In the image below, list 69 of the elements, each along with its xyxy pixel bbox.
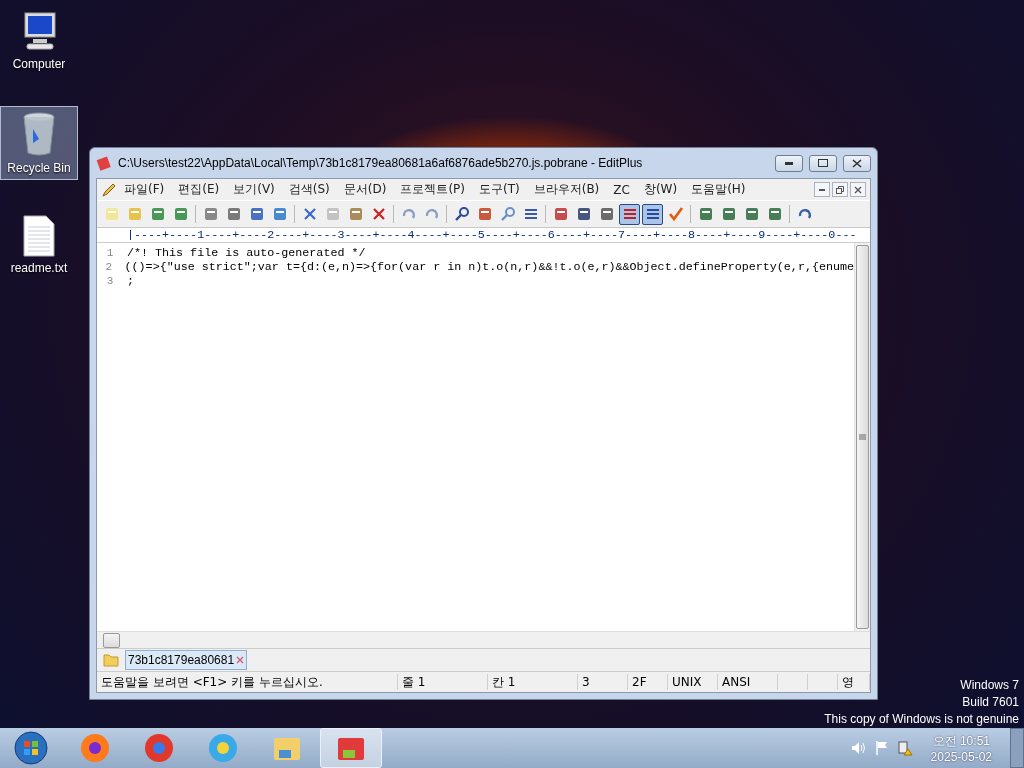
checkmark-icon [667,206,684,222]
pencil-icon [101,181,117,198]
status-field: 영 [838,674,870,690]
menu-item[interactable]: 프로젝트(P) [393,181,472,198]
horizontal-scrollbar[interactable] [97,631,870,648]
status-field: 줄 1 [398,674,488,690]
status-field: 3 [578,674,628,690]
menu-item[interactable]: 문서(D) [336,181,394,198]
status-field: 도움말을 보려면 <F1> 키를 누르십시오. [97,674,398,690]
network-warning-icon[interactable] [896,740,913,756]
windows-notice: Build 7601 [962,694,1019,711]
taskbar-button[interactable] [320,728,382,768]
text-editor[interactable]: 1 /*! This file is auto-generated */ 2 (()=>{"use strict";var t={d:(e,n)=>{for(var r in n)t.o(n,r)&&!t.o(e,r)&&Object.defineProperty(e,r,{enume 3 ; [97,243,870,631]
grip-icon [859,434,866,440]
document-tab[interactable]: 73b1c8179ea80681 [125,650,248,670]
scrollbar-thumb[interactable] [103,632,120,648]
toolbar-button[interactable] [642,203,663,225]
menu-item[interactable]: ZC [606,182,637,197]
menu-item[interactable]: 편집(E) [171,181,227,198]
clock-date: 2025-05-02 [930,749,992,764]
toolbar-button[interactable] [619,203,640,225]
search-icon [453,206,470,222]
close-icon[interactable] [236,656,245,664]
desktop-icon-label[interactable]: Recycle Bin [7,161,71,175]
document-icon [22,215,56,257]
line-number: 1 [105,247,115,259]
menu-item[interactable]: 검색(S) [281,181,337,198]
menu-item[interactable]: 창(W) [636,181,685,198]
minimize-button[interactable] [775,154,803,172]
windows-notice: This copy of Windows is not genuine [824,711,1019,728]
word-wrap-icon [621,206,638,222]
restore-button[interactable] [832,182,848,197]
status-field: 2F [628,674,668,690]
line-number: 3 [105,275,115,287]
recycle-bin-icon [21,111,57,157]
line-numbers-icon [644,206,661,222]
ruler-scale: |----+----1----+----2----+----3----+----4----+----5----+----6----+----7----+----8----+----9----+----0--- [127,228,857,242]
windows-notice: Windows 7 [960,677,1019,694]
status-field: 칸 1 [488,674,578,690]
close-icon [854,185,862,194]
code-line: (()=>{"use strict";var t={d:(e,n)=>{for(var r in n)t.o(n,r)&&!t.o(e,r)&&Object.defineProperty(e,r,{enume [124,260,854,274]
window-title: C:\Users\test22\AppData\Local\Temp\73b1c8179ea80681a6af6876ade5b270.js.pobrane - EditPlus [118,156,644,170]
minimize-icon [819,188,825,191]
menu-item[interactable]: 도움말(H) [684,181,753,198]
desktop-icon-label[interactable]: readme.txt [10,261,68,275]
desktop-icon-label[interactable]: Computer [12,57,66,71]
line-number: 2 [104,261,114,273]
tab-label: 73b1c8179ea80681 [128,653,235,667]
status-field: UNIX [668,674,718,690]
close-icon [852,158,862,168]
menu-item[interactable]: 브라우저(B) [526,181,607,198]
windows-logo-icon [14,731,48,765]
maximize-button[interactable] [809,154,837,172]
find-in-files-icon [499,206,516,222]
close-button[interactable] [850,182,866,197]
status-field: ANSI [718,674,778,690]
restore-icon [836,185,844,194]
menu-item[interactable]: 도구(T) [472,181,527,198]
minimize-icon [785,161,793,165]
code-line: ; [127,274,134,288]
close-button[interactable] [843,154,871,172]
delete-icon [370,206,387,222]
menu-item[interactable]: 파일(F) [117,181,172,198]
maximize-icon [818,159,828,167]
menu-item[interactable]: 보기(V) [226,181,282,198]
indent-icon [522,206,539,222]
clock-time: 오전 10:51 [932,732,990,750]
minimize-button[interactable] [814,182,830,197]
code-line: /*! This file is auto-generated */ [127,246,366,260]
